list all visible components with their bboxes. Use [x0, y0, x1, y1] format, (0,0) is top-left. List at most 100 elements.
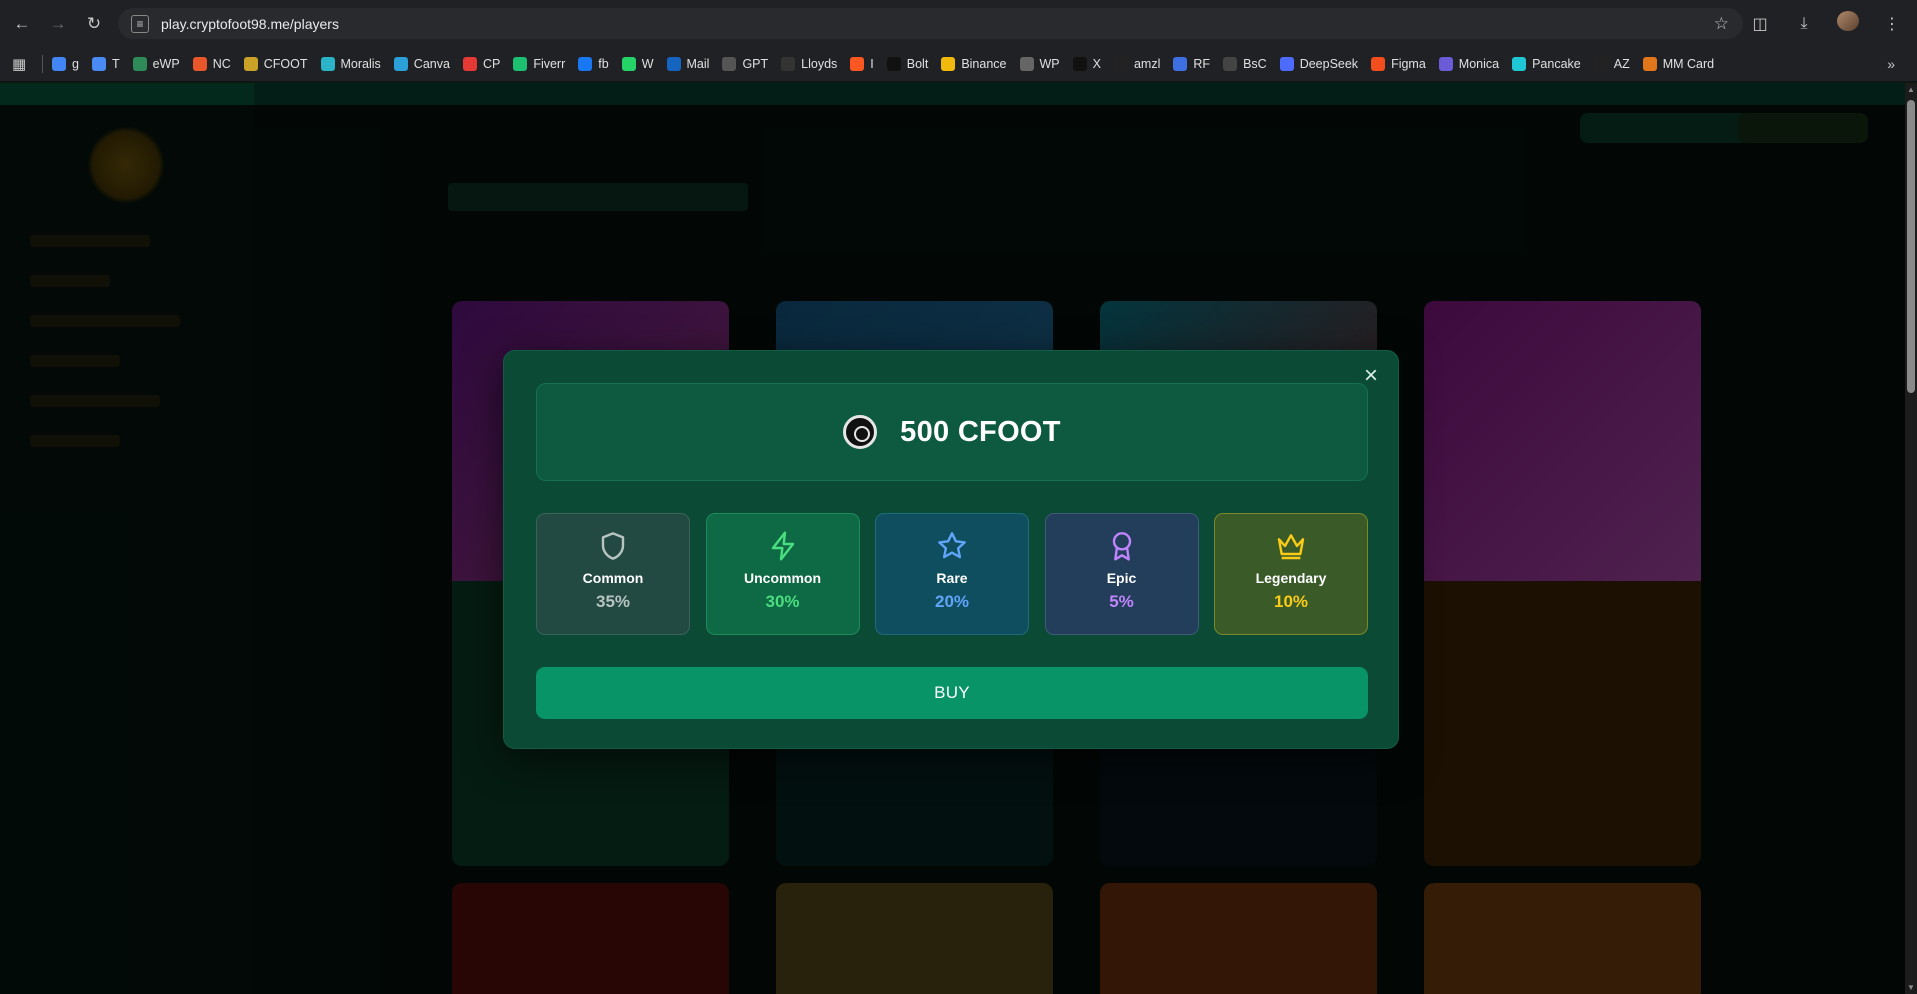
bookmark-favicon-icon — [91, 57, 106, 71]
bookmark-favicon-icon — [1173, 57, 1188, 71]
tier-name: Common — [582, 570, 644, 586]
extensions-icon[interactable]: ◫ — [1749, 14, 1771, 34]
bookmark-item[interactable]: MM Card — [1642, 57, 1715, 71]
bookmark-item[interactable]: AZ — [1593, 57, 1630, 71]
lightning-icon — [771, 531, 794, 561]
bookmark-favicon-icon — [886, 57, 901, 71]
bookmark-star-icon[interactable]: ☆ — [1714, 14, 1729, 34]
cfoot-coin-icon — [843, 415, 878, 449]
price-box: 500 CFOOT — [536, 383, 1368, 481]
bookmark-item[interactable]: Fiverr — [513, 57, 565, 71]
bookmark-favicon-icon — [243, 57, 258, 71]
site-info-icon[interactable]: ≡ — [131, 14, 149, 33]
bookmark-label: MM Card — [1662, 57, 1715, 71]
price-label: 500 CFOOT — [900, 415, 1061, 448]
bookmark-label: NC — [212, 57, 231, 71]
bookmark-label: Pancake — [1532, 57, 1581, 71]
bookmark-label: eWP — [152, 57, 180, 71]
bookmark-item[interactable]: GPT — [722, 57, 768, 71]
page-scrollbar[interactable]: ▲ ▼ — [1905, 83, 1917, 994]
bookmark-label: Canva — [413, 57, 450, 71]
bookmark-item[interactable]: DeepSeek — [1279, 57, 1359, 71]
shield-icon — [601, 532, 625, 560]
bookmark-label: fb — [598, 57, 609, 71]
bookmark-item[interactable]: Binance — [941, 57, 1007, 71]
bookmark-item[interactable]: Moralis — [320, 57, 381, 71]
bookmark-label: GPT — [742, 57, 769, 71]
bookmark-favicon-icon — [513, 57, 528, 71]
bookmark-label: WP — [1039, 57, 1060, 71]
bookmark-item[interactable]: Bolt — [886, 57, 928, 71]
bookmark-item[interactable]: BsC — [1223, 57, 1267, 71]
rarity-tiers: Common 35% Uncommon 30% Rare 20% Epic 5%… — [536, 513, 1368, 635]
bookmark-item[interactable]: Lloyds — [781, 57, 837, 71]
tier-name: Epic — [1106, 570, 1137, 586]
bookmark-favicon-icon — [132, 57, 147, 71]
bookmark-favicon-icon — [1642, 57, 1657, 71]
bookmark-favicon-icon — [393, 57, 408, 71]
star-icon — [938, 532, 966, 559]
apps-grid-icon[interactable]: ▦ — [12, 55, 36, 73]
bookmark-item[interactable]: WP — [1019, 57, 1060, 71]
tier-epic: Epic 5% — [1044, 513, 1199, 635]
bookmark-item[interactable]: I — [850, 57, 874, 71]
profile-avatar[interactable] — [1837, 11, 1859, 36]
bookmark-favicon-icon — [320, 57, 335, 71]
tier-name: Uncommon — [744, 570, 821, 586]
bookmark-label: CP — [482, 57, 501, 71]
bookmark-item[interactable]: Figma — [1371, 57, 1426, 71]
tier-percentage: 20% — [934, 592, 970, 611]
bookmarks-divider — [42, 55, 43, 73]
bookmark-label: amzl — [1133, 57, 1161, 71]
bookmark-label: RF — [1193, 57, 1211, 71]
address-bar[interactable]: ≡ play.cryptofoot98.me/players ☆ — [118, 8, 1743, 39]
download-icon[interactable]: ⤓ — [1793, 15, 1815, 33]
scroll-up-icon[interactable]: ▲ — [1907, 85, 1915, 94]
bookmark-item[interactable]: W — [621, 57, 654, 71]
tier-percentage: 35% — [595, 592, 631, 611]
bookmark-item[interactable]: CFOOT — [243, 57, 308, 71]
browser-toolbar: ← → ↻ ≡ play.cryptofoot98.me/players ☆ ◫… — [0, 0, 1917, 47]
bookmark-item[interactable]: RF — [1173, 57, 1210, 71]
forward-icon[interactable]: → — [44, 10, 72, 38]
bookmark-favicon-icon — [1512, 57, 1527, 71]
bookmark-favicon-icon — [1279, 57, 1294, 71]
bookmark-item[interactable]: X — [1072, 57, 1101, 71]
bookmark-favicon-icon — [850, 57, 865, 71]
bookmark-favicon-icon — [578, 57, 593, 71]
bookmarks-bar: ▦ g TeWP NC CFOOT Moralis Canva CP Fiverr fb W Mai… — [0, 47, 1917, 82]
bookmark-item[interactable]: g — [52, 57, 79, 71]
scrollbar-thumb[interactable] — [1907, 100, 1915, 393]
bookmark-label: Figma — [1391, 57, 1426, 71]
bookmark-label: I — [870, 57, 874, 71]
bookmark-label: Mail — [686, 57, 710, 71]
buy-button[interactable]: BUY — [536, 667, 1368, 719]
bookmark-item[interactable]: amzl — [1113, 57, 1161, 71]
bookmark-item[interactable]: Mail — [666, 57, 710, 71]
scroll-down-icon[interactable]: ▼ — [1907, 983, 1915, 992]
bookmark-label: g — [72, 57, 79, 71]
menu-kebab-icon[interactable]: ⋮ — [1881, 14, 1903, 34]
back-icon[interactable]: ← — [8, 10, 36, 38]
tier-name: Legendary — [1255, 570, 1327, 586]
bookmark-label: T — [111, 57, 120, 71]
bookmark-favicon-icon — [52, 57, 66, 71]
crown-icon — [1277, 534, 1305, 560]
bookmark-item[interactable]: eWP — [132, 57, 180, 71]
bookmark-item[interactable]: fb — [578, 57, 609, 71]
bookmark-label: DeepSeek — [1299, 57, 1359, 71]
bookmark-item[interactable]: CP — [462, 57, 501, 71]
bookmark-label: BsC — [1243, 57, 1267, 71]
tier-common: Common 35% — [536, 513, 690, 635]
bookmark-item[interactable]: Pancake — [1512, 57, 1581, 71]
bookmark-item[interactable]: NC — [192, 57, 231, 71]
bookmark-item[interactable]: Canva — [393, 57, 450, 71]
reload-icon[interactable]: ↻ — [80, 10, 108, 38]
tier-percentage: 30% — [765, 592, 800, 611]
bookmark-label: Fiverr — [533, 57, 566, 71]
more-bookmarks-icon[interactable]: » — [1887, 56, 1895, 72]
bookmark-favicon-icon — [1371, 57, 1386, 71]
bookmark-item[interactable]: T — [91, 57, 120, 71]
bookmark-label: Lloyds — [801, 57, 838, 71]
bookmark-item[interactable]: Monica — [1438, 57, 1499, 71]
